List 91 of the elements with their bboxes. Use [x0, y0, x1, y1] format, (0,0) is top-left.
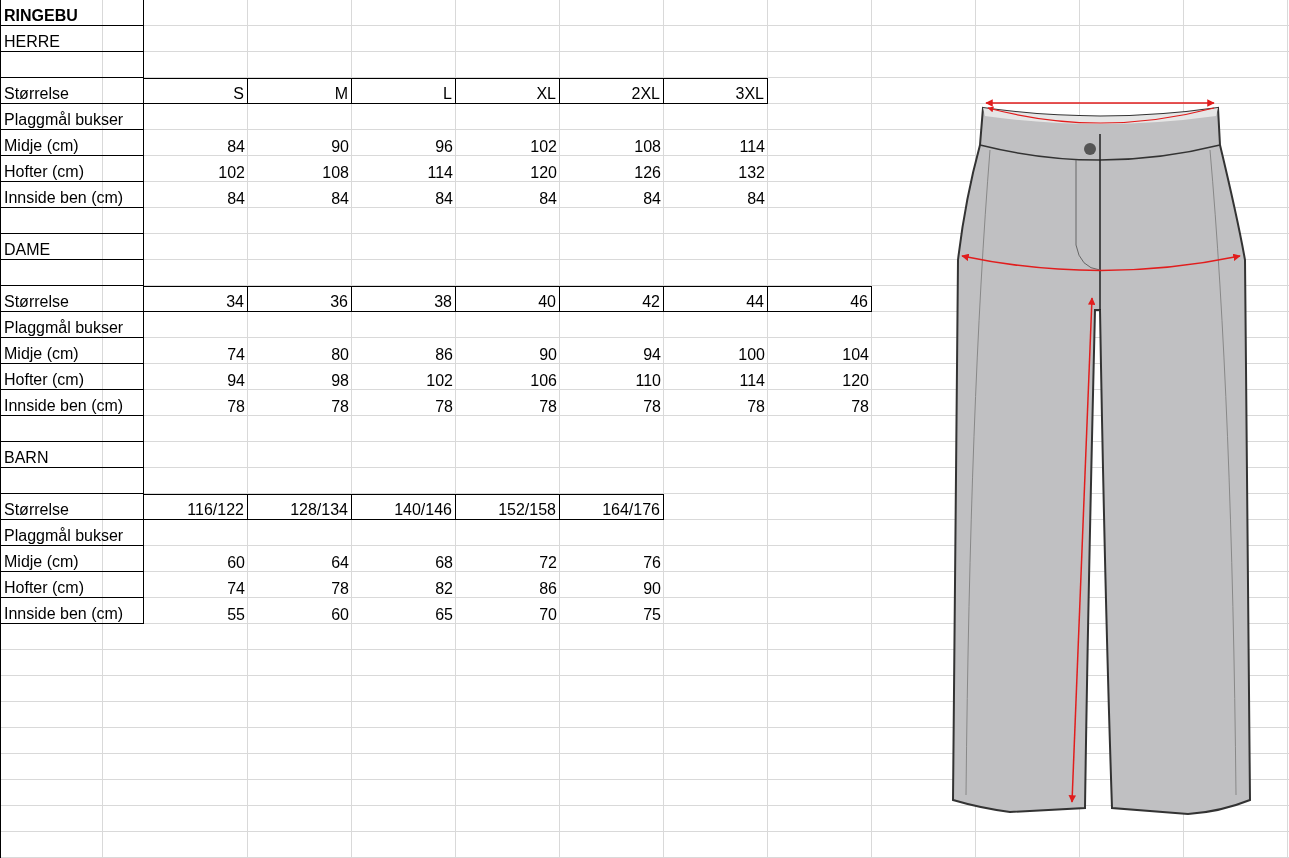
- table-cell-text: 100: [737, 345, 766, 364]
- table-cell-text: 84: [642, 189, 662, 208]
- table-cell: 3XL: [664, 78, 768, 104]
- table-cell-text: 84: [746, 189, 766, 208]
- table-cell-text: 94: [642, 345, 662, 364]
- table-cell-text: 70: [538, 605, 558, 624]
- table-cell-text: 108: [321, 163, 350, 182]
- table-cell: S: [144, 78, 248, 104]
- table-cell-text: 104: [841, 345, 870, 364]
- table-cell: 116/122: [144, 494, 248, 520]
- table-cell: 38: [352, 286, 456, 312]
- table-cell-text: 94: [226, 371, 246, 390]
- table-cell-text: 106: [529, 371, 558, 390]
- table-cell-text: 86: [538, 579, 558, 598]
- table-cell-text: 96: [434, 137, 454, 156]
- table-cell: 164/176: [560, 494, 664, 520]
- table-cell: 36: [248, 286, 352, 312]
- table-cell-text: 90: [538, 345, 558, 364]
- table-cell-text: 86: [434, 345, 454, 364]
- table-cell-text: 78: [746, 397, 766, 416]
- table-cell-text: 90: [642, 579, 662, 598]
- table-cell-text: 64: [330, 553, 350, 572]
- row-label: Innside ben (cm): [0, 598, 144, 624]
- table-cell-text: 60: [330, 605, 350, 624]
- table-cell-text: 114: [738, 137, 766, 156]
- table-cell-text: 78: [226, 397, 246, 416]
- row-label: DAME: [0, 234, 144, 260]
- table-cell: L: [352, 78, 456, 104]
- table-cell-text: 75: [642, 605, 662, 624]
- table-cell-text: 114: [738, 371, 766, 390]
- row-label: Midje (cm): [0, 338, 144, 364]
- table-cell-text: 84: [226, 137, 246, 156]
- row-label: Plaggmål bukser: [0, 520, 144, 546]
- table-cell-text: 78: [538, 397, 558, 416]
- table-cell-text: 80: [330, 345, 350, 364]
- row-label: Midje (cm): [0, 130, 144, 156]
- row-label: Plaggmål bukser: [0, 312, 144, 338]
- row-label: HERRE: [0, 26, 144, 52]
- row-label: BARN: [0, 442, 144, 468]
- table-cell-text: 102: [425, 371, 454, 390]
- table-cell-text: 84: [538, 189, 558, 208]
- table-cell: 140/146: [352, 494, 456, 520]
- table-cell-text: 108: [633, 137, 662, 156]
- row-label: Størrelse: [0, 78, 144, 104]
- row-label: Størrelse: [0, 286, 144, 312]
- table-cell-text: 68: [434, 553, 454, 572]
- table-cell: XL: [456, 78, 560, 104]
- table-cell-text: 65: [434, 605, 454, 624]
- table-cell-text: 98: [330, 371, 350, 390]
- table-cell-text: 78: [434, 397, 454, 416]
- row-label: Plaggmål bukser: [0, 104, 144, 130]
- table-cell-text: 90: [330, 137, 350, 156]
- row-label: Hofter (cm): [0, 156, 144, 182]
- row-label: Innside ben (cm): [0, 390, 144, 416]
- table-cell-text: 84: [434, 189, 454, 208]
- row-label: Midje (cm): [0, 546, 144, 572]
- row-label: Hofter (cm): [0, 572, 144, 598]
- table-cell-text: 84: [226, 189, 246, 208]
- table-cell: 34: [144, 286, 248, 312]
- table-cell-text: 110: [634, 371, 662, 390]
- row-label: Hofter (cm): [0, 364, 144, 390]
- table-cell: 152/158: [456, 494, 560, 520]
- table-cell-text: 72: [538, 553, 558, 572]
- table-cell-text: 132: [737, 163, 766, 182]
- table-cell: M: [248, 78, 352, 104]
- table-cell: 46: [768, 286, 872, 312]
- table-cell-text: 78: [642, 397, 662, 416]
- row-label: Størrelse: [0, 494, 144, 520]
- table-cell: 40: [456, 286, 560, 312]
- row-label: Innside ben (cm): [0, 182, 144, 208]
- table-cell-text: 102: [217, 163, 246, 182]
- table-cell-text: 126: [633, 163, 662, 182]
- table-cell: 44: [664, 286, 768, 312]
- table-cell-text: 102: [529, 137, 558, 156]
- table-cell-text: 78: [330, 397, 350, 416]
- table-cell: 128/134: [248, 494, 352, 520]
- table-cell-text: 78: [330, 579, 350, 598]
- table-cell-text: 55: [226, 605, 246, 624]
- table-cell: 42: [560, 286, 664, 312]
- table-cell-text: 76: [642, 553, 662, 572]
- table-cell-text: 82: [434, 579, 454, 598]
- table-cell: 2XL: [560, 78, 664, 104]
- table-cell-text: 114: [426, 163, 454, 182]
- table-cell-text: 84: [330, 189, 350, 208]
- sheet-title: RINGEBU: [0, 0, 144, 26]
- table-cell-text: 74: [226, 345, 246, 364]
- table-cell-text: 60: [226, 553, 246, 572]
- table-cell-text: 120: [529, 163, 558, 182]
- table-cell-text: 120: [841, 371, 870, 390]
- table-cell-text: 78: [850, 397, 870, 416]
- table-cell-text: 74: [226, 579, 246, 598]
